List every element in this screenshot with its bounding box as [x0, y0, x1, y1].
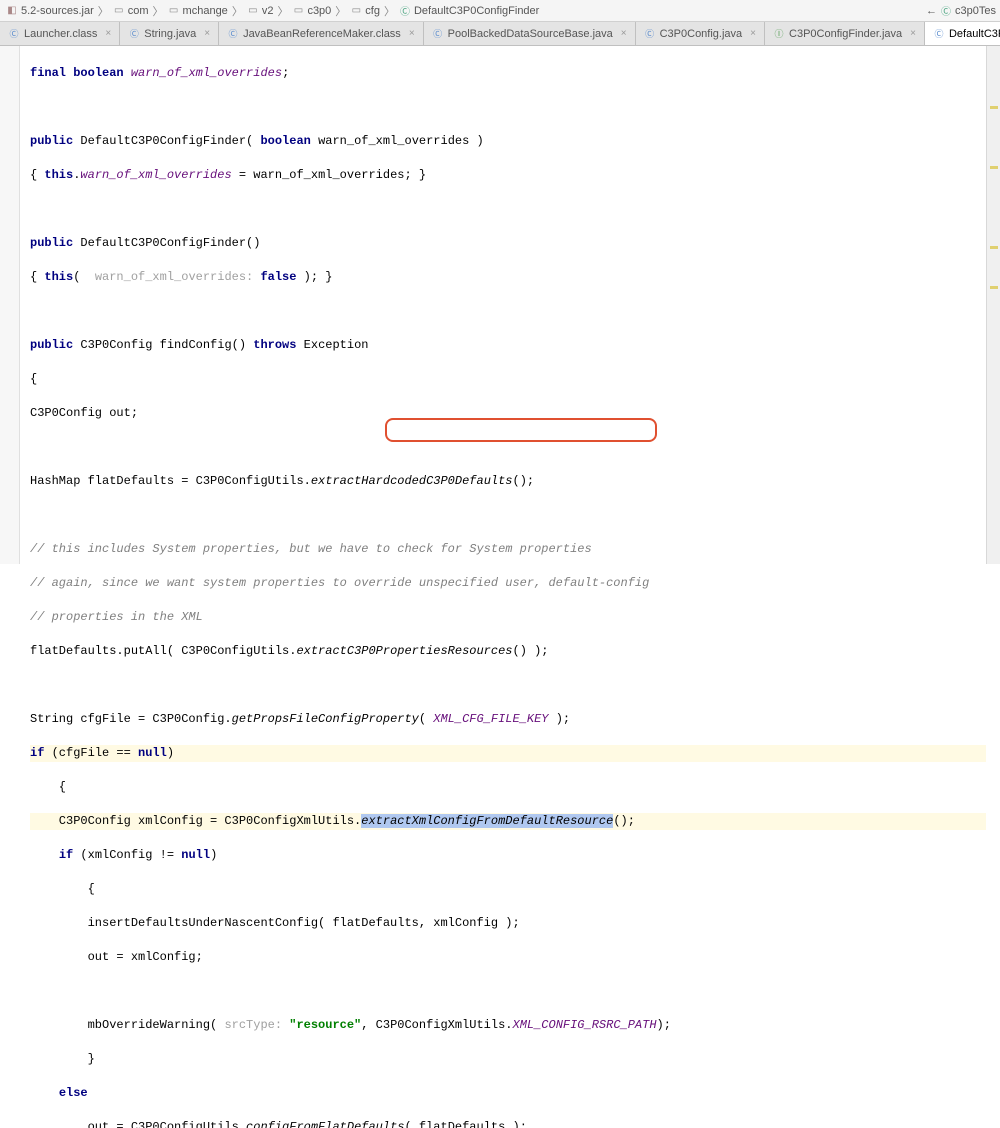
warning-marker[interactable]	[990, 286, 998, 289]
error-stripe[interactable]	[986, 46, 1000, 564]
tab-label: C3P0ConfigFinder.java	[789, 28, 902, 40]
folder-icon: ▭	[168, 5, 180, 17]
highlighted-method[interactable]: extractXmlConfigFromDefaultResource	[361, 814, 613, 828]
class-icon: Ⓒ	[8, 28, 20, 40]
tab-c3p0config[interactable]: Ⓒ C3P0Config.java ×	[636, 22, 765, 45]
close-icon[interactable]: ×	[105, 28, 111, 39]
crumb-label: cfg	[365, 5, 380, 17]
class-icon: Ⓒ	[432, 28, 444, 40]
interface-icon: Ⓘ	[773, 28, 785, 40]
breadcrumb-bar: ◧ 5.2-sources.jar 〉 ▭ com 〉 ▭ mchange 〉 …	[0, 0, 1000, 22]
crumb-label: com	[128, 5, 149, 17]
crumb-label: v2	[262, 5, 274, 17]
tab-label: C3P0Config.java	[660, 28, 743, 40]
breadcrumb-item[interactable]: ▭ mchange	[166, 5, 230, 17]
class-icon: Ⓒ	[128, 28, 140, 40]
breadcrumb-item[interactable]: ▭ c3p0	[290, 5, 333, 17]
close-icon[interactable]: ×	[750, 28, 756, 39]
folder-icon: ▭	[113, 5, 125, 17]
warning-marker[interactable]	[990, 106, 998, 109]
class-icon: Ⓒ	[933, 28, 945, 40]
tab-label: PoolBackedDataSourceBase.java	[448, 28, 613, 40]
tab-launcher[interactable]: Ⓒ Launcher.class ×	[0, 22, 120, 45]
folder-icon: ▭	[350, 5, 362, 17]
tab-c3p0configfinder[interactable]: Ⓘ C3P0ConfigFinder.java ×	[765, 22, 925, 45]
nav-right-indicator[interactable]: ← Ⓒ c3p0Tes	[926, 5, 996, 17]
tab-label: JavaBeanReferenceMaker.class	[243, 28, 401, 40]
breadcrumb-item[interactable]: ▭ v2	[245, 5, 276, 17]
right-indicator-label: c3p0Tes	[955, 5, 996, 17]
breadcrumb-item[interactable]: ▭ com	[111, 5, 151, 17]
tab-label: Launcher.class	[24, 28, 97, 40]
close-icon[interactable]: ×	[621, 28, 627, 39]
folder-icon: ▭	[247, 5, 259, 17]
warning-marker[interactable]	[990, 166, 998, 169]
code-area[interactable]: final boolean warn_of_xml_overrides; pub…	[20, 46, 986, 564]
tab-string[interactable]: Ⓒ String.java ×	[120, 22, 219, 45]
class-icon: Ⓒ	[940, 5, 952, 17]
jar-icon: ◧	[6, 5, 18, 17]
back-arrow-icon: ←	[926, 5, 937, 17]
crumb-label: mchange	[183, 5, 228, 17]
chevron-right-icon: 〉	[384, 3, 395, 19]
warning-marker[interactable]	[990, 246, 998, 249]
crumb-label: DefaultC3P0ConfigFinder	[414, 5, 539, 17]
class-icon: Ⓒ	[644, 28, 656, 40]
tab-label: String.java	[144, 28, 196, 40]
tab-label: DefaultC3P0ConfigFinder.java	[949, 28, 1000, 40]
folder-icon: ▭	[292, 5, 304, 17]
breadcrumb-item[interactable]: ▭ cfg	[348, 5, 382, 17]
chevron-right-icon: 〉	[335, 3, 346, 19]
chevron-right-icon: 〉	[98, 3, 109, 19]
class-icon: Ⓒ	[227, 28, 239, 40]
crumb-label: c3p0	[307, 5, 331, 17]
editor-tabs: Ⓒ Launcher.class × Ⓒ String.java × Ⓒ Jav…	[0, 22, 1000, 46]
close-icon[interactable]: ×	[409, 28, 415, 39]
chevron-right-icon: 〉	[153, 3, 164, 19]
close-icon[interactable]: ×	[204, 28, 210, 39]
tab-poolbacked[interactable]: Ⓒ PoolBackedDataSourceBase.java ×	[424, 22, 636, 45]
chevron-right-icon: 〉	[277, 3, 288, 19]
close-icon[interactable]: ×	[910, 28, 916, 39]
tab-javabean[interactable]: Ⓒ JavaBeanReferenceMaker.class ×	[219, 22, 424, 45]
code-editor[interactable]: final boolean warn_of_xml_overrides; pub…	[0, 46, 1000, 564]
breadcrumb-item[interactable]: ◧ 5.2-sources.jar	[4, 5, 96, 17]
class-icon: Ⓒ	[399, 5, 411, 17]
gutter	[0, 46, 20, 564]
breadcrumb-item[interactable]: Ⓒ DefaultC3P0ConfigFinder	[397, 5, 541, 17]
crumb-label: 5.2-sources.jar	[21, 5, 94, 17]
tab-defaultc3p0configfinder[interactable]: Ⓒ DefaultC3P0ConfigFinder.java ×	[925, 22, 1000, 45]
chevron-right-icon: 〉	[232, 3, 243, 19]
